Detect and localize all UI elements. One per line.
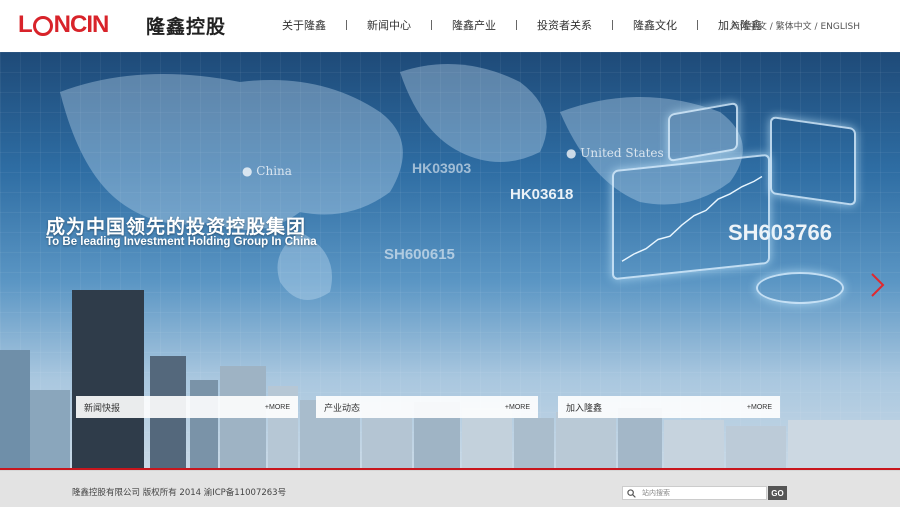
industry-news-box[interactable]: 产业动态 +MORE xyxy=(316,396,538,418)
site-header: L NCIN 隆鑫控股 关于隆鑫 新闻中心 隆鑫产业 投资者关系 隆鑫文化 加入隆… xyxy=(0,0,900,52)
city-skyline-graphic xyxy=(0,290,900,470)
nav-item-culture[interactable]: 隆鑫文化 xyxy=(613,17,697,33)
join-us-box[interactable]: 加入隆鑫 +MORE xyxy=(558,396,780,418)
lang-traditional[interactable]: 繁体中文 xyxy=(776,22,812,32)
nav-item-industry[interactable]: 隆鑫产业 xyxy=(432,17,516,33)
exchange-screen xyxy=(770,115,856,207)
logo[interactable]: L NCIN 隆鑫控股 xyxy=(18,10,226,40)
site-footer: 隆鑫控股有限公司 版权所有 2014 渝ICP备11007263号 GO xyxy=(0,470,900,507)
nav-item-investor-relations[interactable]: 投资者关系 xyxy=(517,17,612,33)
ticker-hk03903: HK03903 xyxy=(412,160,472,176)
news-flash-box[interactable]: 新闻快报 +MORE xyxy=(76,396,298,418)
more-link[interactable]: +MORE xyxy=(505,404,530,411)
search-input[interactable] xyxy=(642,489,762,497)
search-field xyxy=(622,486,767,500)
box-title: 加入隆鑫 xyxy=(566,403,603,414)
lang-english[interactable]: ENGLISH xyxy=(820,22,860,32)
hero-subtitle: To Be leading Investment Holding Group I… xyxy=(46,236,317,248)
ticker-hk03618: HK03618 xyxy=(510,186,574,203)
lang-separator: / xyxy=(769,22,773,32)
nav-item-about[interactable]: 关于隆鑫 xyxy=(262,17,346,33)
logo-wordmark: L NCIN xyxy=(18,11,109,38)
stock-chart-graphic xyxy=(621,175,763,262)
lang-simplified[interactable]: 简体中文 xyxy=(731,22,767,32)
stock-chart-screen xyxy=(612,153,770,281)
site-search: GO xyxy=(622,486,787,500)
search-icon xyxy=(627,488,636,498)
search-go-button[interactable]: GO xyxy=(768,486,787,500)
language-switcher: 简体中文 / 繁体中文 / ENGLISH xyxy=(731,19,860,32)
map-label-china: ● China xyxy=(242,164,292,178)
box-title: 产业动态 xyxy=(324,403,361,414)
hero-banner: ● China ● United States HK03903 HK03618 … xyxy=(0,52,900,470)
more-link[interactable]: +MORE xyxy=(747,404,772,411)
hero-title: 成为中国领先的投资控股集团 xyxy=(46,216,307,238)
logo-ring-icon xyxy=(32,16,53,36)
nav-item-news[interactable]: 新闻中心 xyxy=(347,17,431,33)
ticker-sh600615: SH600615 xyxy=(384,246,455,263)
lang-separator: / xyxy=(814,22,818,32)
main-nav: 关于隆鑫 新闻中心 隆鑫产业 投资者关系 隆鑫文化 加入隆鑫 xyxy=(262,17,782,33)
logo-chinese-name: 隆鑫控股 xyxy=(146,15,227,38)
more-link[interactable]: +MORE xyxy=(265,404,290,411)
box-title: 新闻快报 xyxy=(84,403,121,414)
copyright-text: 隆鑫控股有限公司 版权所有 2014 渝ICP备11007263号 xyxy=(72,488,287,498)
map-label-united-states: ● United States xyxy=(566,146,664,160)
